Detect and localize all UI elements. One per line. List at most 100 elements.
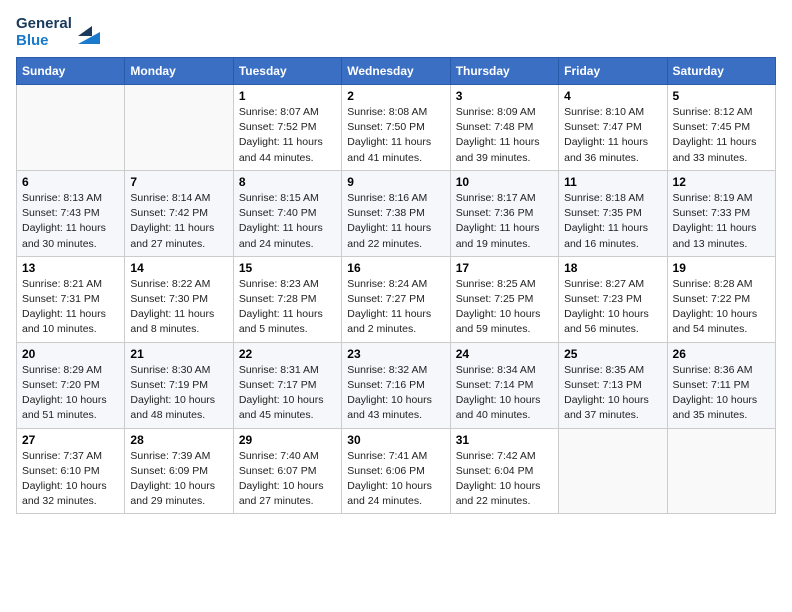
calendar-cell: 7Sunrise: 8:14 AMSunset: 7:42 PMDaylight… <box>125 170 233 256</box>
calendar-cell: 16 Sunrise: 8:24 AMSunset: 7:27 PMDayligh… <box>342 256 450 342</box>
logo: General Blue <box>16 16 100 49</box>
day-info: Sunrise: 8:23 AMSunset: 7:28 PMDaylight:… <box>239 277 336 338</box>
calendar-cell: 11 Sunrise: 8:18 AMSunset: 7:35 PMDayligh… <box>559 170 667 256</box>
day-number: 26 <box>673 347 770 361</box>
day-number: 25 <box>564 347 661 361</box>
day-info: Sunrise: 8:10 AMSunset: 7:47 PMDaylight:… <box>564 105 661 166</box>
day-info: Sunrise: 8:12 AMSunset: 7:45 PMDaylight:… <box>673 105 770 166</box>
day-number: 6 <box>22 175 119 189</box>
day-info: Sunrise: 8:19 AMSunset: 7:33 PMDaylight:… <box>673 191 770 252</box>
calendar-cell: 10 Sunrise: 8:17 AMSunset: 7:36 PMDayligh… <box>450 170 558 256</box>
weekday-header-cell: Friday <box>559 58 667 85</box>
day-info: Sunrise: 8:21 AMSunset: 7:31 PMDaylight:… <box>22 277 119 338</box>
weekday-header-cell: Tuesday <box>233 58 341 85</box>
day-info: Sunrise: 8:35 AMSunset: 7:13 PMDaylight:… <box>564 363 661 424</box>
day-number: 28 <box>130 433 227 447</box>
calendar-cell: 5 Sunrise: 8:12 AMSunset: 7:45 PMDaylight… <box>667 85 775 171</box>
calendar-cell: 12 Sunrise: 8:19 AMSunset: 7:33 PMDayligh… <box>667 170 775 256</box>
day-number: 18 <box>564 261 661 275</box>
calendar-cell: 3 Sunrise: 8:09 AMSunset: 7:48 PMDaylight… <box>450 85 558 171</box>
logo-arrow-icon <box>78 22 100 44</box>
logo-general: General <box>16 16 72 33</box>
day-info: Sunrise: 7:39 AMSunset: 6:09 PMDaylight:… <box>130 449 227 510</box>
calendar-cell: 6 Sunrise: 8:13 AMSunset: 7:43 PMDaylight… <box>17 170 125 256</box>
day-info: Sunrise: 8:36 AMSunset: 7:11 PMDaylight:… <box>673 363 770 424</box>
day-info: Sunrise: 8:27 AMSunset: 7:23 PMDaylight:… <box>564 277 661 338</box>
day-info: Sunrise: 8:34 AMSunset: 7:14 PMDaylight:… <box>456 363 553 424</box>
weekday-header-cell: Thursday <box>450 58 558 85</box>
calendar-week-row: 20 Sunrise: 8:29 AMSunset: 7:20 PMDayligh… <box>17 342 776 428</box>
calendar-week-row: 13 Sunrise: 8:21 AMSunset: 7:31 PMDayligh… <box>17 256 776 342</box>
calendar-body: 1Sunrise: 8:07 AMSunset: 7:52 PMDaylight… <box>17 85 776 514</box>
logo-blue: Blue <box>16 33 72 50</box>
day-number: 29 <box>239 433 336 447</box>
calendar-cell: 2 Sunrise: 8:08 AMSunset: 7:50 PMDaylight… <box>342 85 450 171</box>
weekday-header-cell: Wednesday <box>342 58 450 85</box>
day-number: 22 <box>239 347 336 361</box>
calendar-cell: 4 Sunrise: 8:10 AMSunset: 7:47 PMDaylight… <box>559 85 667 171</box>
day-info: Sunrise: 8:09 AMSunset: 7:48 PMDaylight:… <box>456 105 553 166</box>
calendar-cell: 26 Sunrise: 8:36 AMSunset: 7:11 PMDayligh… <box>667 342 775 428</box>
calendar-cell: 1Sunrise: 8:07 AMSunset: 7:52 PMDaylight… <box>233 85 341 171</box>
day-number: 13 <box>22 261 119 275</box>
day-number: 20 <box>22 347 119 361</box>
calendar-cell: 19Sunrise: 8:28 AMSunset: 7:22 PMDayligh… <box>667 256 775 342</box>
calendar-cell: 28 Sunrise: 7:39 AMSunset: 6:09 PMDayligh… <box>125 428 233 514</box>
day-info: Sunrise: 8:24 AMSunset: 7:27 PMDaylight:… <box>347 277 444 338</box>
weekday-header-cell: Sunday <box>17 58 125 85</box>
day-number: 1 <box>239 89 336 103</box>
day-info: Sunrise: 8:08 AMSunset: 7:50 PMDaylight:… <box>347 105 444 166</box>
calendar-cell: 30 Sunrise: 7:41 AMSunset: 6:06 PMDayligh… <box>342 428 450 514</box>
calendar-cell: 15 Sunrise: 8:23 AMSunset: 7:28 PMDayligh… <box>233 256 341 342</box>
calendar-week-row: 6 Sunrise: 8:13 AMSunset: 7:43 PMDaylight… <box>17 170 776 256</box>
day-number: 12 <box>673 175 770 189</box>
day-number: 16 <box>347 261 444 275</box>
calendar-cell: 18 Sunrise: 8:27 AMSunset: 7:23 PMDayligh… <box>559 256 667 342</box>
day-number: 11 <box>564 175 661 189</box>
day-number: 8 <box>239 175 336 189</box>
day-number: 30 <box>347 433 444 447</box>
calendar-cell: 25 Sunrise: 8:35 AMSunset: 7:13 PMDayligh… <box>559 342 667 428</box>
calendar-cell: 31 Sunrise: 7:42 AMSunset: 6:04 PMDayligh… <box>450 428 558 514</box>
day-info: Sunrise: 8:29 AMSunset: 7:20 PMDaylight:… <box>22 363 119 424</box>
calendar-cell <box>125 85 233 171</box>
day-info: Sunrise: 8:28 AMSunset: 7:22 PMDaylight:… <box>673 277 770 338</box>
day-number: 31 <box>456 433 553 447</box>
day-number: 14 <box>130 261 227 275</box>
day-info: Sunrise: 8:22 AMSunset: 7:30 PMDaylight:… <box>130 277 227 338</box>
day-info: Sunrise: 8:32 AMSunset: 7:16 PMDaylight:… <box>347 363 444 424</box>
day-info: Sunrise: 8:30 AMSunset: 7:19 PMDaylight:… <box>130 363 227 424</box>
day-info: Sunrise: 7:37 AMSunset: 6:10 PMDaylight:… <box>22 449 119 510</box>
day-number: 2 <box>347 89 444 103</box>
weekday-header-cell: Monday <box>125 58 233 85</box>
calendar-cell: 29 Sunrise: 7:40 AMSunset: 6:07 PMDayligh… <box>233 428 341 514</box>
day-info: Sunrise: 8:17 AMSunset: 7:36 PMDaylight:… <box>456 191 553 252</box>
day-info: Sunrise: 8:14 AMSunset: 7:42 PMDaylight:… <box>130 191 227 252</box>
day-info: Sunrise: 8:13 AMSunset: 7:43 PMDaylight:… <box>22 191 119 252</box>
weekday-header-cell: Saturday <box>667 58 775 85</box>
calendar-cell: 14 Sunrise: 8:22 AMSunset: 7:30 PMDayligh… <box>125 256 233 342</box>
day-number: 21 <box>130 347 227 361</box>
day-info: Sunrise: 7:40 AMSunset: 6:07 PMDaylight:… <box>239 449 336 510</box>
weekday-header-row: SundayMondayTuesdayWednesdayThursdayFrid… <box>17 58 776 85</box>
day-number: 4 <box>564 89 661 103</box>
calendar-cell <box>667 428 775 514</box>
calendar-week-row: 1Sunrise: 8:07 AMSunset: 7:52 PMDaylight… <box>17 85 776 171</box>
calendar-cell: 23 Sunrise: 8:32 AMSunset: 7:16 PMDayligh… <box>342 342 450 428</box>
calendar-cell: 9Sunrise: 8:16 AMSunset: 7:38 PMDaylight… <box>342 170 450 256</box>
day-info: Sunrise: 7:41 AMSunset: 6:06 PMDaylight:… <box>347 449 444 510</box>
calendar-cell <box>559 428 667 514</box>
day-number: 3 <box>456 89 553 103</box>
day-number: 10 <box>456 175 553 189</box>
calendar-cell: 21 Sunrise: 8:30 AMSunset: 7:19 PMDayligh… <box>125 342 233 428</box>
day-info: Sunrise: 7:42 AMSunset: 6:04 PMDaylight:… <box>456 449 553 510</box>
day-number: 5 <box>673 89 770 103</box>
day-info: Sunrise: 8:18 AMSunset: 7:35 PMDaylight:… <box>564 191 661 252</box>
day-number: 15 <box>239 261 336 275</box>
calendar-cell: 17Sunrise: 8:25 AMSunset: 7:25 PMDayligh… <box>450 256 558 342</box>
day-number: 23 <box>347 347 444 361</box>
day-number: 24 <box>456 347 553 361</box>
calendar-cell: 8Sunrise: 8:15 AMSunset: 7:40 PMDaylight… <box>233 170 341 256</box>
calendar-cell <box>17 85 125 171</box>
calendar-table: SundayMondayTuesdayWednesdayThursdayFrid… <box>16 57 776 514</box>
